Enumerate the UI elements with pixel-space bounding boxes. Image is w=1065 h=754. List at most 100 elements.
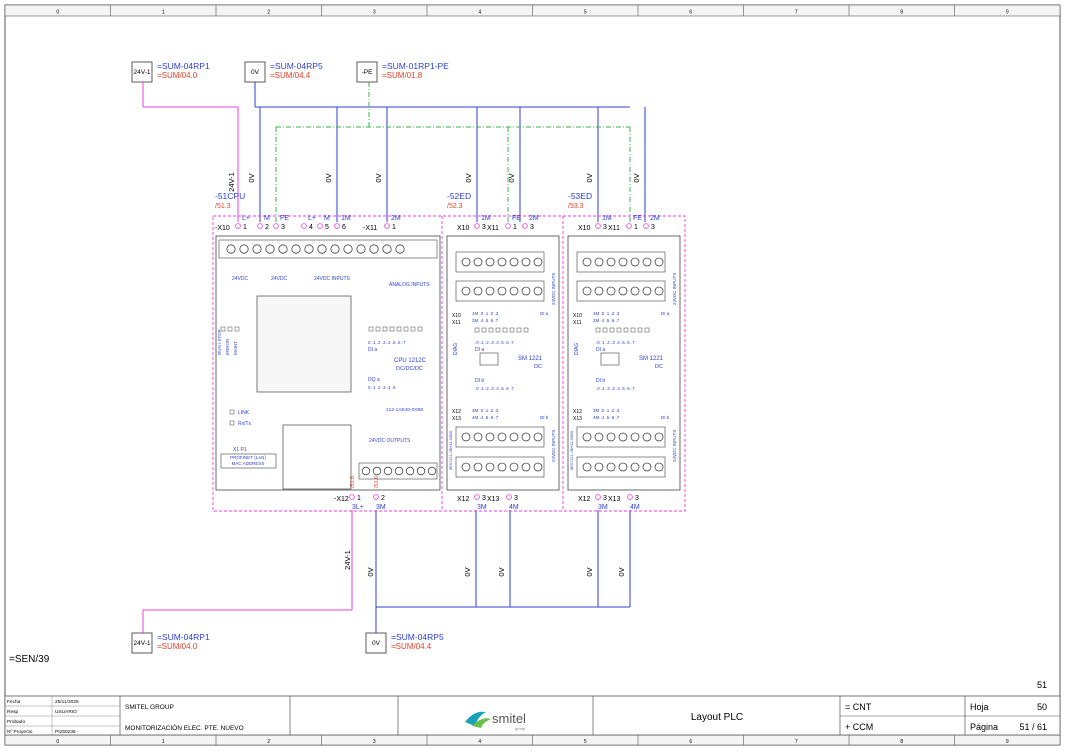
- cpu-cross-ref-bottom: /51.6: [350, 476, 356, 488]
- wire-label-0v: 0V: [497, 567, 506, 576]
- module-52ed-x10-small: X10: [452, 313, 461, 319]
- module-53ed-screw: [594, 432, 604, 442]
- grid-number-top: 2: [267, 10, 270, 16]
- module-53ed-screw: [654, 432, 664, 442]
- cpu-screw-terminal: [369, 244, 379, 254]
- module-53ed-screw: [606, 286, 616, 296]
- module-52ed-screw: [509, 432, 519, 442]
- module-53ed-screw: [642, 286, 652, 296]
- cpu-x11: -X11: [363, 225, 377, 232]
- module-53ed-screw: [618, 432, 628, 442]
- module-52ed-led: [474, 327, 480, 333]
- wire-label-24v: 24V-1: [227, 172, 236, 192]
- module-53ed-bits-c: 3M .0 .1 .2 .3: [593, 408, 620, 413]
- grid-number-top: 4: [478, 10, 481, 16]
- module-52ed-x13-small: X13: [452, 416, 461, 422]
- module-53ed-variant: DC: [655, 364, 663, 370]
- cpu-screw-terminal: [304, 244, 314, 254]
- module-53ed-led: [616, 327, 622, 333]
- plc-layout-diagram: 0011223344556677889924V-1=SUM-04RP1=SUM/…: [4, 4, 1061, 746]
- module-53ed-led: [630, 327, 636, 333]
- module-53ed-terminal-number: 3: [603, 224, 607, 231]
- grid-number-bottom: 5: [584, 739, 587, 745]
- title-pagina: 51 / 61: [1019, 722, 1047, 732]
- cpu-link-label: LINK: [238, 410, 250, 416]
- module-52ed-led: [516, 327, 522, 333]
- grid-number-bottom: 2: [267, 739, 270, 745]
- module-52ed-screw: [461, 257, 471, 267]
- cpu-terminal-number-bottom: 2: [381, 495, 385, 502]
- module-52ed-x11: X11: [487, 225, 499, 232]
- cpu-terminal-top: [235, 223, 241, 229]
- module-53ed-terminal-name: 2M: [650, 215, 660, 222]
- title-resp-label: Resp: [7, 709, 19, 715]
- cpu-output-screw: [427, 466, 437, 476]
- cpu-screw-terminal: [239, 244, 249, 254]
- module-52ed-dia-top: DI a: [540, 311, 549, 316]
- cpu-terminal-top: [273, 223, 279, 229]
- module-53ed-screw: [606, 462, 616, 472]
- cpu-terminal-number: 4: [309, 224, 313, 231]
- grid-number-top: 1: [162, 10, 165, 16]
- module-52ed-screw: [473, 286, 483, 296]
- module-52ed-inputs-bottom: 24VDC INPUTS: [551, 430, 556, 462]
- smitel-logo-text: smitel: [492, 711, 526, 726]
- module-53ed-screw: [594, 462, 604, 472]
- title-hoja: 50: [1037, 702, 1047, 712]
- module-52ed-screw: [521, 286, 531, 296]
- source-0v-bottom-name: =SUM-04RP5: [391, 632, 444, 642]
- module-52ed-terminal-number: 1: [513, 224, 517, 231]
- module-53ed-terminal-name-bottom: 3M: [598, 504, 608, 511]
- cpu-terminal-number: 6: [342, 224, 346, 231]
- grid-number-bottom: 0: [56, 739, 59, 745]
- module-53ed-x13: X13: [608, 496, 621, 503]
- module-53ed-x12-small: X12: [573, 409, 582, 415]
- cpu-screw-terminal: [252, 244, 262, 254]
- title-proyecto-label: Nº Proyecto: [7, 729, 33, 735]
- cpu-io-led: [396, 326, 402, 332]
- source-24v-top-ref: =SUM/04.0: [157, 71, 198, 80]
- module-53ed-x10: X10: [578, 225, 591, 232]
- cpu-terminal-number: 1: [392, 224, 396, 231]
- module-53ed-screw: [642, 257, 652, 267]
- wire-label-0v: 0V: [585, 567, 594, 576]
- module-52ed-terminal-bottom: [474, 494, 480, 500]
- title-company: SMITEL GROUP: [125, 704, 174, 711]
- wire-label-0v: 0V: [247, 173, 256, 182]
- cpu-screw-terminal: [278, 244, 288, 254]
- sen-reference: =SEN/39: [9, 654, 50, 665]
- cpu-terminal-number: 5: [325, 224, 329, 231]
- source-pe-top-box-label: -PE: [362, 69, 374, 76]
- grid-number-bottom: 6: [689, 739, 692, 745]
- cpu-terminal-bottom: [349, 494, 355, 500]
- module-52ed-bits-d: 4M .4 .5 .6 .7: [472, 415, 499, 420]
- module-52ed-led: [502, 327, 508, 333]
- module-52ed-screw: [521, 432, 531, 442]
- grid-number-top: 9: [1006, 10, 1009, 16]
- cpu-terminal-name: 2M: [391, 215, 401, 222]
- module-52ed-screw: [461, 462, 471, 472]
- cpu-screw-terminal: [382, 244, 392, 254]
- module-53ed-screw: [606, 432, 616, 442]
- module-52ed-led: [495, 327, 501, 333]
- module-53ed-x10-small: X10: [573, 313, 582, 319]
- cpu-ref: /51.3: [215, 203, 231, 210]
- module-52ed-terminal-name-bottom: 3M: [477, 504, 487, 511]
- cpu-terminal-name: L+: [242, 215, 250, 222]
- cpu-rxtx-label: Rx/Tx: [238, 421, 252, 427]
- module-52ed-led: [523, 327, 529, 333]
- module-53ed-screw: [582, 257, 592, 267]
- cpu-tag: -51CPU: [215, 191, 245, 201]
- source-24v-top-box-label: 24V-1: [134, 69, 151, 76]
- module-52ed-terminal-top: [474, 223, 480, 229]
- module-52ed-dib-bits: .0 .1 .2 .3 .4 .5 .6 .7: [475, 386, 514, 391]
- cpu-screw-terminal: [356, 244, 366, 254]
- grid-number-top: 0: [56, 10, 59, 16]
- module-53ed-screw: [582, 286, 592, 296]
- module-53ed-screw: [582, 462, 592, 472]
- module-53ed-terminal-top: [626, 223, 632, 229]
- title-drawing: Layout PLC: [691, 712, 743, 723]
- wire-label-0v: 0V: [463, 567, 472, 576]
- cpu-outputs-label: 24VDC OUTPUTS: [369, 438, 411, 444]
- source-24v-bottom-name: =SUM-04RP1: [157, 632, 210, 642]
